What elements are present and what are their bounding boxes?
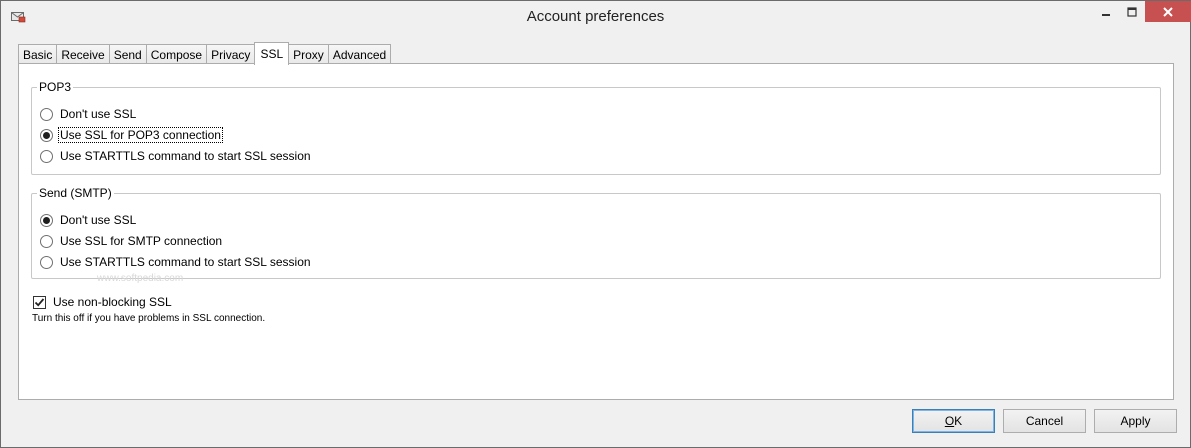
ok-button[interactable]: OK (912, 409, 995, 433)
tab-send[interactable]: Send (108, 44, 147, 64)
smtp-option-label: Use STARTTLS command to start SSL sessio… (60, 255, 311, 269)
title-bar: Account preferences (1, 1, 1191, 32)
smtp-option-no-ssl[interactable]: Don't use SSL (40, 212, 137, 228)
tab-compose[interactable]: Compose (145, 44, 208, 64)
smtp-option-ssl[interactable]: Use SSL for SMTP connection (40, 233, 223, 249)
nonblocking-ssl-checkbox[interactable]: Use non-blocking SSL (33, 294, 173, 310)
smtp-group: Send (SMTP) Don't use SSL Use SSL for SM… (31, 186, 1161, 279)
radio-button[interactable] (40, 149, 53, 163)
radio-button[interactable] (40, 107, 53, 121)
radio-dot (43, 216, 50, 224)
checkbox-checked[interactable] (33, 295, 46, 309)
close-button[interactable] (1145, 1, 1191, 22)
smtp-option-starttls[interactable]: Use STARTTLS command to start SSL sessio… (40, 254, 312, 270)
tab-advanced[interactable]: Advanced (327, 44, 392, 64)
pop3-option-starttls[interactable]: Use STARTTLS command to start SSL sessio… (40, 148, 312, 164)
radio-dot (43, 131, 50, 139)
nonblocking-hint: Turn this off if you have problems in SS… (32, 313, 266, 324)
close-icon (1163, 6, 1173, 17)
radio-button-selected[interactable] (40, 128, 53, 142)
nonblocking-ssl-label: Use non-blocking SSL (53, 295, 172, 309)
minimize-button[interactable] (1093, 1, 1119, 22)
pop3-option-label: Don't use SSL (60, 107, 137, 121)
smtp-group-title: Send (SMTP) (37, 186, 114, 200)
tab-proxy[interactable]: Proxy (288, 44, 329, 64)
tab-receive[interactable]: Receive (56, 44, 110, 64)
radio-button[interactable] (40, 255, 53, 269)
radio-button[interactable] (40, 234, 53, 248)
smtp-option-label: Don't use SSL (60, 213, 137, 227)
pop3-option-label: Use SSL for POP3 connection (58, 127, 223, 143)
pop3-option-no-ssl[interactable]: Don't use SSL (40, 106, 137, 122)
pop3-group: POP3 Don't use SSL Use SSL for POP3 conn… (31, 80, 1161, 175)
checkmark-icon (34, 297, 45, 307)
pop3-option-label: Use STARTTLS command to start SSL sessio… (60, 149, 311, 163)
apply-button[interactable]: Apply (1094, 409, 1177, 433)
ok-label-rest: K (954, 414, 963, 428)
window-title: Account preferences (526, 8, 665, 25)
watermark-text: www.softpedia.com (97, 273, 184, 284)
ok-mnemonic: O (944, 414, 955, 428)
ssl-tab-panel: POP3 Don't use SSL Use SSL for POP3 conn… (18, 63, 1174, 400)
tab-strip: Basic Receive Send Compose Privacy SSL P… (18, 42, 392, 65)
maximize-icon (1127, 6, 1137, 17)
maximize-button[interactable] (1119, 1, 1145, 22)
pop3-group-title: POP3 (37, 80, 74, 94)
smtp-option-label: Use SSL for SMTP connection (60, 234, 223, 248)
tab-basic[interactable]: Basic (18, 44, 58, 64)
radio-button-selected[interactable] (40, 213, 53, 227)
tab-ssl[interactable]: SSL (254, 42, 290, 65)
tab-privacy[interactable]: Privacy (206, 44, 256, 64)
minimize-icon (1102, 13, 1110, 16)
cancel-button[interactable]: Cancel (1003, 409, 1086, 433)
pop3-option-ssl[interactable]: Use SSL for POP3 connection (40, 127, 223, 143)
dialog-window: Account preferences Basic Receive Send C… (0, 0, 1191, 448)
